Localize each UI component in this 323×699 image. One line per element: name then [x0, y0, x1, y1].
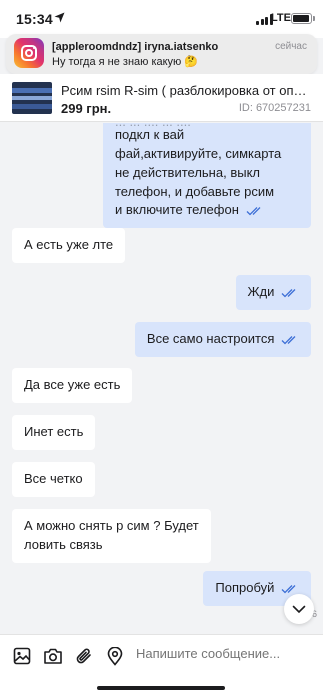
product-thumbnail — [12, 82, 52, 114]
location-pin-icon — [107, 646, 123, 666]
product-id: ID: 670257231 — [238, 102, 311, 114]
message-text: Да все уже есть — [24, 377, 121, 392]
message-outgoing: ... ... ..., ... ..., подкл к вай фай,ак… — [103, 123, 311, 229]
read-checkmarks-icon — [246, 206, 260, 216]
attach-image-button[interactable] — [11, 645, 33, 667]
message-composer — [0, 634, 323, 676]
message-input[interactable] — [136, 646, 311, 661]
message-text: подкл к вай фай,активируйте, симкарта не… — [115, 127, 282, 218]
scroll-down-button[interactable] — [284, 594, 314, 624]
home-indicator — [97, 686, 225, 690]
read-checkmarks-icon — [281, 288, 296, 297]
camera-button[interactable] — [42, 645, 64, 667]
notification-banner[interactable]: [appleroomdndz] iryna.iatsenko Ну тогда … — [6, 34, 317, 74]
read-checkmarks-icon — [281, 335, 296, 344]
message-incoming: А можно снять р сим ? Будет ловить связь — [12, 509, 211, 563]
message-text: Попробуй — [215, 580, 275, 595]
message-text: Инет есть — [24, 424, 84, 439]
message-incoming: А есть уже лте — [12, 228, 126, 263]
message-incoming: Инет есть — [12, 415, 96, 450]
share-location-button[interactable] — [104, 645, 126, 667]
message-outgoing: Все само настроится — [134, 322, 311, 357]
battery-icon — [291, 13, 312, 24]
network-type: LTE — [271, 12, 291, 24]
chevron-down-icon — [292, 605, 306, 613]
message-incoming: Да все уже есть — [12, 368, 133, 403]
message-text: Все само настроится — [146, 331, 275, 346]
image-icon — [13, 647, 31, 665]
product-header[interactable]: Рсим rsim R-sim ( разблокировка от опер.… — [0, 74, 323, 122]
notification-time: сейчас — [275, 41, 307, 52]
product-price: 299 грн. — [61, 101, 112, 116]
attach-file-button[interactable] — [73, 645, 95, 667]
instagram-icon — [14, 38, 44, 68]
camera-icon — [44, 648, 62, 664]
product-title: Рсим rsim R-sim ( разблокировка от опер.… — [61, 83, 311, 98]
status-bar: 15:34 LTE — [0, 0, 323, 38]
message-text: А можно снять р сим ? Будет ловить связь — [24, 518, 199, 552]
message-outgoing: Жди — [235, 275, 311, 310]
message-incoming: Все четко — [12, 462, 95, 497]
paperclip-icon — [76, 648, 91, 664]
chat-messages[interactable]: ... ... ..., ... ..., подкл к вай фай,ак… — [0, 123, 323, 628]
notification-title: [appleroomdndz] iryna.iatsenko — [52, 41, 219, 53]
notification-text: Ну тогда я не знаю какую 🤔 — [52, 56, 199, 68]
home-indicator-area — [0, 676, 323, 699]
message-text: Жди — [247, 284, 275, 299]
message-text: А есть уже лте — [24, 237, 114, 252]
message-text: Все четко — [24, 471, 83, 486]
read-checkmarks-icon — [281, 584, 296, 593]
status-time: 15:34 — [16, 11, 53, 27]
battery-cap — [313, 16, 315, 21]
location-arrow-icon — [54, 12, 65, 23]
